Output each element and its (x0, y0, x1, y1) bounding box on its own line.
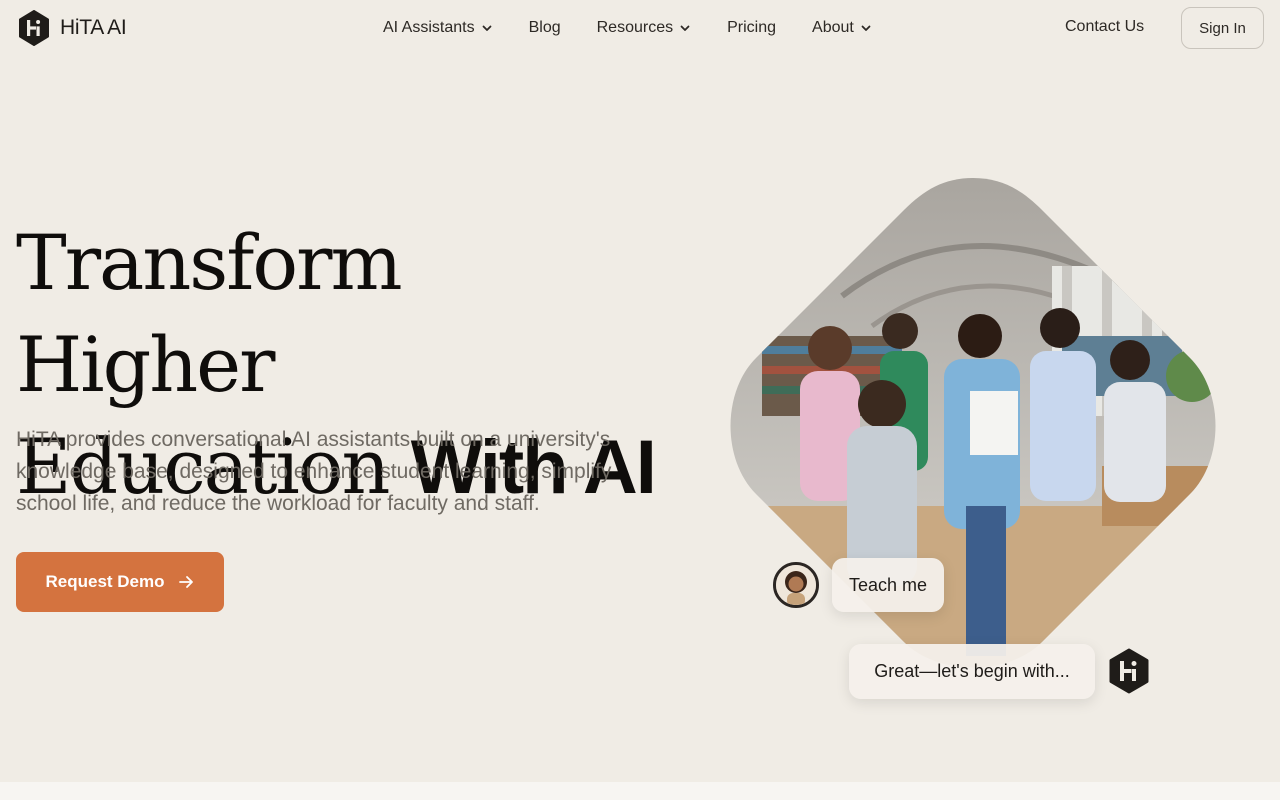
nav-item-label: Pricing (727, 19, 777, 36)
nav-item-label: About (812, 19, 854, 36)
nav-item-ai-assistants[interactable]: AI Assistants (365, 19, 511, 37)
student-avatar-icon (776, 565, 816, 605)
main-menu: AI Assistants Blog Resources Pricing Abo… (365, 0, 890, 56)
hero-description: HiTA provides conversational AI assistan… (16, 428, 612, 515)
chevron-down-icon (482, 25, 491, 31)
nav-item-resources[interactable]: Resources (579, 19, 709, 37)
nav-item-pricing[interactable]: Pricing (709, 19, 794, 37)
nav-item-blog[interactable]: Blog (511, 19, 579, 37)
brand-logo-link[interactable]: HiTA AI (16, 10, 127, 46)
nav-item-label: AI Assistants (383, 19, 475, 36)
request-demo-button[interactable]: Request Demo (16, 552, 224, 612)
hita-logo-icon (19, 10, 49, 46)
sign-in-button[interactable]: Sign In (1181, 7, 1264, 49)
brand-name: HiTA AI (60, 16, 127, 39)
request-demo-label: Request Demo (45, 572, 165, 591)
next-section-edge (0, 782, 1280, 800)
chevron-down-icon (861, 25, 871, 31)
ai-chat-bubble: Great—let's begin with... (849, 644, 1095, 699)
contact-us-link[interactable]: Contact Us (1065, 18, 1144, 36)
chevron-down-icon (680, 25, 690, 31)
hita-logo-icon (1109, 648, 1149, 694)
nav-item-about[interactable]: About (794, 19, 890, 37)
user-chat-bubble: Teach me (832, 558, 944, 612)
arrow-right-icon (178, 576, 193, 588)
user-avatar (773, 562, 819, 608)
nav-item-label: Resources (596, 19, 674, 36)
headline-line-1: Transform Higher (16, 218, 403, 409)
top-navigation: HiTA AI AI Assistants Blog Resources Pri… (0, 0, 1280, 56)
nav-item-label: Blog (528, 19, 561, 36)
